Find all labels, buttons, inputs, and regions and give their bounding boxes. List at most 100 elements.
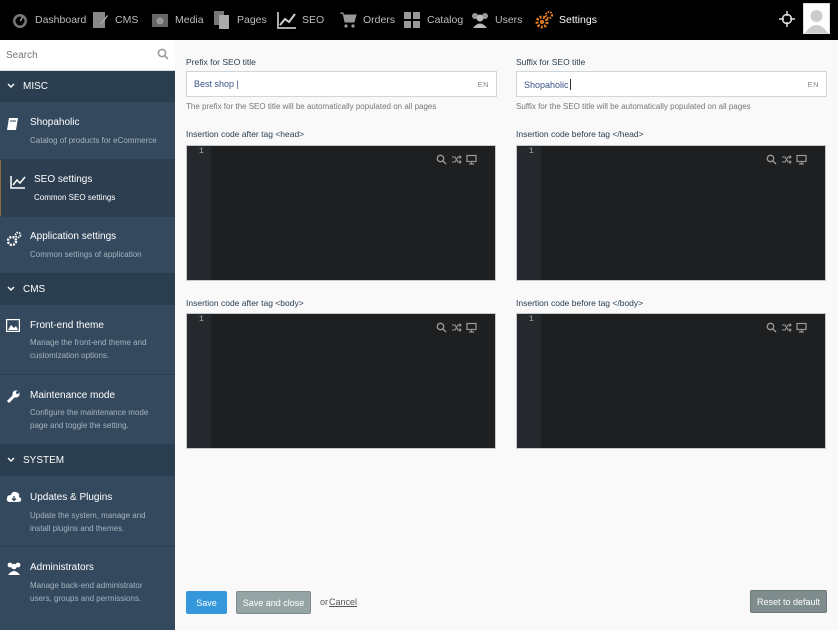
save-button[interactable]: Save bbox=[186, 591, 227, 614]
catalog-icon bbox=[402, 10, 422, 30]
language-badge[interactable]: EN bbox=[808, 80, 819, 89]
editor-gutter: 1 bbox=[187, 314, 211, 448]
fullscreen-icon[interactable] bbox=[466, 322, 477, 333]
fullscreen-icon[interactable] bbox=[796, 322, 807, 333]
sidebar-item-desc: Common SEO settings bbox=[34, 193, 116, 202]
search-icon[interactable] bbox=[766, 322, 777, 333]
settings-form: Prefix for SEO title Best shop | EN The … bbox=[175, 40, 838, 630]
nav-settings[interactable]: Settings bbox=[534, 0, 597, 40]
section-system-label: SYSTEM bbox=[23, 455, 65, 466]
seo-icon bbox=[277, 10, 297, 30]
cancel-link[interactable]: Cancel bbox=[329, 597, 357, 607]
users-icon bbox=[6, 561, 22, 577]
sidebar-item-title: Front-end theme bbox=[30, 320, 104, 331]
fullscreen-icon[interactable] bbox=[466, 154, 477, 165]
prefix-help: The prefix for the SEO title will be aut… bbox=[186, 102, 437, 111]
sidebar-item-desc: Manage back-end administrator users, gro… bbox=[30, 581, 143, 603]
sidebar: MISC Shopaholic Catalog of products for … bbox=[0, 40, 175, 630]
nav-catalog-label: Catalog bbox=[427, 14, 464, 26]
shuffle-icon[interactable] bbox=[781, 322, 792, 333]
pages-icon bbox=[212, 10, 232, 30]
shuffle-icon[interactable] bbox=[451, 322, 462, 333]
sidebar-item-title: Application settings bbox=[30, 231, 117, 242]
code-editor-head-after[interactable]: 1 bbox=[186, 145, 496, 281]
body-before-label: Insertion code before tag </body> bbox=[516, 298, 644, 308]
code-editor-body-after[interactable]: 1 bbox=[186, 313, 496, 449]
sidebar-item-desc: Update the system, manage and install pl… bbox=[30, 511, 146, 533]
language-badge[interactable]: EN bbox=[478, 80, 489, 89]
sidebar-item-application-settings[interactable]: Application settings Common settings of … bbox=[0, 217, 175, 274]
sidebar-item-seo-settings[interactable]: SEO settings Common SEO settings bbox=[0, 160, 175, 217]
reset-to-default-button[interactable]: Reset to default bbox=[750, 590, 827, 613]
nav-media[interactable]: Media bbox=[150, 0, 204, 40]
suffix-input[interactable]: Shopaholic EN bbox=[516, 71, 827, 97]
section-cms-label: CMS bbox=[23, 284, 46, 295]
nav-orders[interactable]: Orders bbox=[338, 0, 395, 40]
head-before-label: Insertion code before tag </head> bbox=[516, 129, 644, 139]
cms-icon bbox=[90, 10, 110, 30]
sidebar-item-title: SEO settings bbox=[34, 174, 93, 185]
line-number: 1 bbox=[199, 315, 204, 324]
sidebar-item-maintenance-mode[interactable]: Maintenance mode Configure the maintenan… bbox=[0, 375, 175, 445]
search-icon[interactable] bbox=[436, 322, 447, 333]
section-system[interactable]: SYSTEM bbox=[0, 445, 175, 476]
nav-users-label: Users bbox=[495, 14, 523, 26]
settings-icon bbox=[534, 10, 554, 30]
sidebar-item-desc: Common settings of application bbox=[30, 250, 142, 259]
chevron-down-icon bbox=[7, 284, 17, 295]
sidebar-item-updates-plugins[interactable]: Updates & Plugins Update the system, man… bbox=[0, 477, 175, 547]
editor-toolbar bbox=[766, 154, 807, 165]
nav-cms[interactable]: CMS bbox=[90, 0, 138, 40]
sidebar-item-desc: Configure the maintenance mode page and … bbox=[30, 408, 149, 430]
sidebar-item-title: Updates & Plugins bbox=[30, 492, 113, 503]
users-icon bbox=[470, 10, 490, 30]
dashboard-icon bbox=[10, 10, 30, 30]
search-icon[interactable] bbox=[157, 48, 169, 63]
search-box bbox=[0, 40, 175, 71]
nav-pages[interactable]: Pages bbox=[212, 0, 267, 40]
nav-pages-label: Pages bbox=[237, 14, 267, 26]
sidebar-item-desc: Catalog of products for eCommerce bbox=[30, 136, 157, 145]
sidebar-item-front-end-theme[interactable]: Front-end theme Manage the front-end the… bbox=[0, 306, 175, 375]
nav-users[interactable]: Users bbox=[470, 0, 522, 40]
line-number: 1 bbox=[199, 147, 204, 156]
sidebar-item-shopaholic[interactable]: Shopaholic Catalog of products for eComm… bbox=[0, 103, 175, 160]
search-input[interactable] bbox=[0, 40, 150, 70]
nav-dashboard[interactable]: Dashboard bbox=[10, 0, 86, 40]
shuffle-icon[interactable] bbox=[451, 154, 462, 165]
search-icon[interactable] bbox=[436, 154, 447, 165]
editor-gutter: 1 bbox=[517, 146, 541, 280]
code-editor-body-before[interactable]: 1 bbox=[516, 313, 826, 449]
sidebar-item-title: Shopaholic bbox=[30, 117, 80, 128]
prefix-input[interactable]: Best shop | EN bbox=[186, 71, 497, 97]
editor-toolbar bbox=[436, 322, 477, 333]
suffix-label: Suffix for SEO title bbox=[516, 57, 586, 67]
search-icon[interactable] bbox=[766, 154, 777, 165]
suffix-value: Shopaholic bbox=[524, 79, 571, 90]
body-after-label: Insertion code after tag <body> bbox=[186, 298, 304, 308]
nav-media-label: Media bbox=[175, 14, 204, 26]
chart-line-icon bbox=[10, 175, 26, 191]
book-icon bbox=[6, 117, 22, 133]
cart-icon bbox=[338, 10, 358, 30]
nav-seo-label: SEO bbox=[302, 14, 325, 26]
nav-seo[interactable]: SEO bbox=[277, 0, 324, 40]
nav-catalog[interactable]: Catalog bbox=[402, 0, 463, 40]
nav-orders-label: Orders bbox=[363, 14, 396, 26]
nav-dashboard-label: Dashboard bbox=[35, 14, 87, 26]
save-and-close-button[interactable]: Save and close bbox=[236, 591, 311, 614]
avatar[interactable] bbox=[803, 3, 830, 34]
editor-toolbar bbox=[436, 154, 477, 165]
nav-settings-label: Settings bbox=[559, 14, 597, 26]
sidebar-item-title: Maintenance mode bbox=[30, 390, 116, 401]
cloud-download-icon bbox=[6, 490, 22, 506]
fullscreen-icon[interactable] bbox=[796, 154, 807, 165]
shuffle-icon[interactable] bbox=[781, 154, 792, 165]
code-editor-head-before[interactable]: 1 bbox=[516, 145, 826, 281]
crosshair-icon[interactable] bbox=[779, 11, 795, 27]
editor-toolbar bbox=[766, 322, 807, 333]
section-cms[interactable]: CMS bbox=[0, 274, 175, 305]
top-navigation: Dashboard CMS Media Pages SEO Orders Cat… bbox=[0, 0, 838, 40]
sidebar-item-administrators[interactable]: Administrators Manage back-end administr… bbox=[0, 547, 175, 630]
section-misc[interactable]: MISC bbox=[0, 71, 175, 102]
